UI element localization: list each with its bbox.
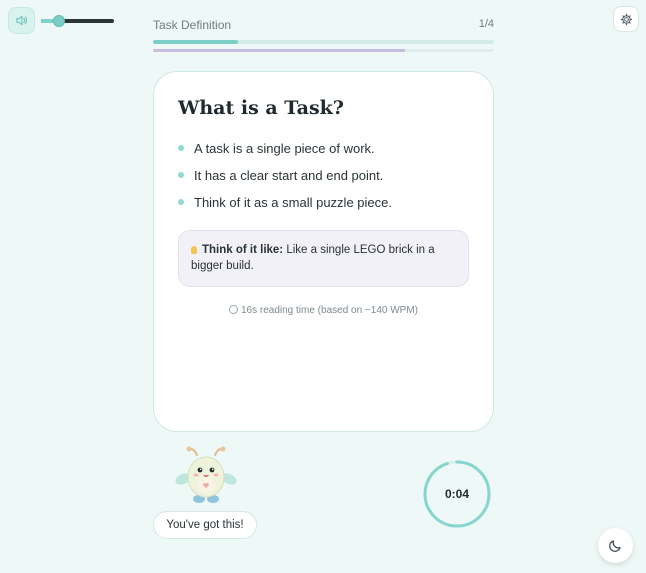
reading-time-text: 16s reading time (based on ~140 WPM)	[240, 305, 419, 316]
moon-icon	[609, 540, 621, 552]
theme-toggle-button[interactable]	[598, 528, 633, 563]
volume-slider-thumb[interactable]	[53, 15, 66, 27]
clock-icon	[228, 305, 238, 314]
bullet-dot-icon	[178, 199, 184, 205]
bullet-text: Think of it as a small puzzle piece.	[194, 194, 392, 210]
encouragement-bubble: You've got this!	[153, 511, 257, 539]
tip-label: Think of it like:	[202, 244, 284, 256]
card-title: What is a Task?	[178, 97, 344, 119]
section-title: Task Definition	[153, 18, 232, 32]
gear-icon	[620, 13, 632, 25]
reading-time: 16s reading time (based on ~140 WPM)	[178, 305, 469, 316]
progress-bar-fill	[153, 40, 239, 44]
speaker-icon	[16, 15, 28, 26]
bullet-item: Think of it as a small puzzle piece.	[178, 192, 392, 212]
mascot-image	[175, 446, 237, 503]
bullet-text: It has a clear start and end point.	[194, 167, 384, 183]
tip-box: Think of it like: Like a single LEGO bri…	[178, 230, 469, 287]
reading-progress-bar-fill	[153, 49, 406, 52]
bullet-text: A task is a single piece of work.	[194, 140, 375, 156]
timer-value: 0:04	[444, 487, 470, 501]
bullet-dot-icon	[178, 172, 184, 178]
bullet-item: It has a clear start and end point.	[178, 165, 383, 185]
step-counter: 1/4	[478, 18, 494, 30]
bullet-item: A task is a single piece of work.	[178, 138, 375, 158]
bullet-dot-icon	[178, 145, 184, 151]
lightbulb-icon	[191, 246, 197, 254]
sound-toggle-button[interactable]	[8, 7, 35, 34]
settings-button[interactable]	[613, 6, 639, 32]
